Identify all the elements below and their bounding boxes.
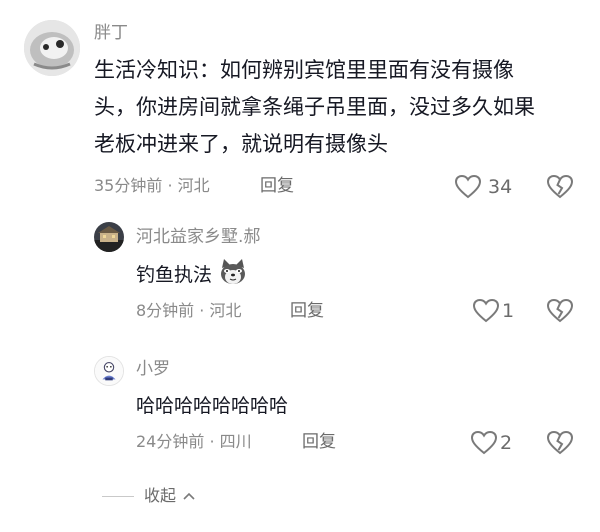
reply-text-content: 钓鱼执法	[136, 264, 213, 286]
collapse-divider	[102, 496, 134, 497]
reply-button[interactable]: 回复	[290, 300, 324, 322]
like-count: 2	[500, 432, 513, 454]
heart-outline-icon	[472, 298, 500, 324]
chevron-up-icon	[181, 486, 197, 508]
heart-outline-icon	[454, 174, 482, 200]
avatar-image	[94, 222, 124, 252]
avatar-reply-1[interactable]	[94, 222, 124, 252]
dislike-button[interactable]	[546, 298, 574, 324]
dog-emoji-icon	[218, 258, 248, 293]
reply-text: 钓鱼执法	[136, 258, 248, 293]
like-button[interactable]: 2	[470, 430, 530, 456]
broken-heart-outline-icon	[546, 298, 574, 324]
dislike-button[interactable]	[546, 430, 574, 456]
comment-username[interactable]: 胖丁	[94, 22, 128, 44]
reply-button[interactable]: 回复	[302, 431, 336, 453]
dislike-button[interactable]	[546, 174, 574, 200]
reply-text: 哈哈哈哈哈哈哈哈	[136, 395, 289, 417]
reply-username[interactable]: 小罗	[136, 358, 170, 380]
collapse-button[interactable]: 收起	[144, 485, 197, 508]
reply-username[interactable]: 河北益家乡墅.郝	[136, 226, 260, 248]
reply-meta: 24分钟前 · 四川	[136, 432, 252, 451]
avatar-image	[95, 357, 123, 385]
broken-heart-outline-icon	[546, 174, 574, 200]
comment-text-line: 头，你进房间就拿条绳子吊里面，没过多久如果	[94, 95, 535, 119]
reply-button[interactable]: 回复	[260, 175, 294, 197]
heart-outline-icon	[470, 430, 498, 456]
like-button[interactable]: 34	[454, 174, 534, 200]
collapse-label: 收起	[144, 486, 177, 505]
avatar-reply-2[interactable]	[94, 356, 124, 386]
like-count: 34	[488, 176, 513, 198]
comment-text-line: 生活冷知识：如何辨别宾馆里里面有没有摄像	[94, 58, 514, 82]
broken-heart-outline-icon	[546, 430, 574, 456]
like-count: 1	[502, 300, 515, 322]
comment-text-line: 老板冲进来了，就说明有摄像头	[94, 132, 388, 156]
avatar-image	[24, 20, 80, 76]
comment-text: 生活冷知识：如何辨别宾馆里里面有没有摄像 头，你进房间就拿条绳子吊里面，没过多久…	[94, 52, 584, 163]
reply-meta: 8分钟前 · 河北	[136, 301, 242, 320]
avatar-main[interactable]	[24, 20, 80, 76]
like-button[interactable]: 1	[472, 298, 532, 324]
comment-meta: 35分钟前 · 河北	[94, 176, 210, 195]
